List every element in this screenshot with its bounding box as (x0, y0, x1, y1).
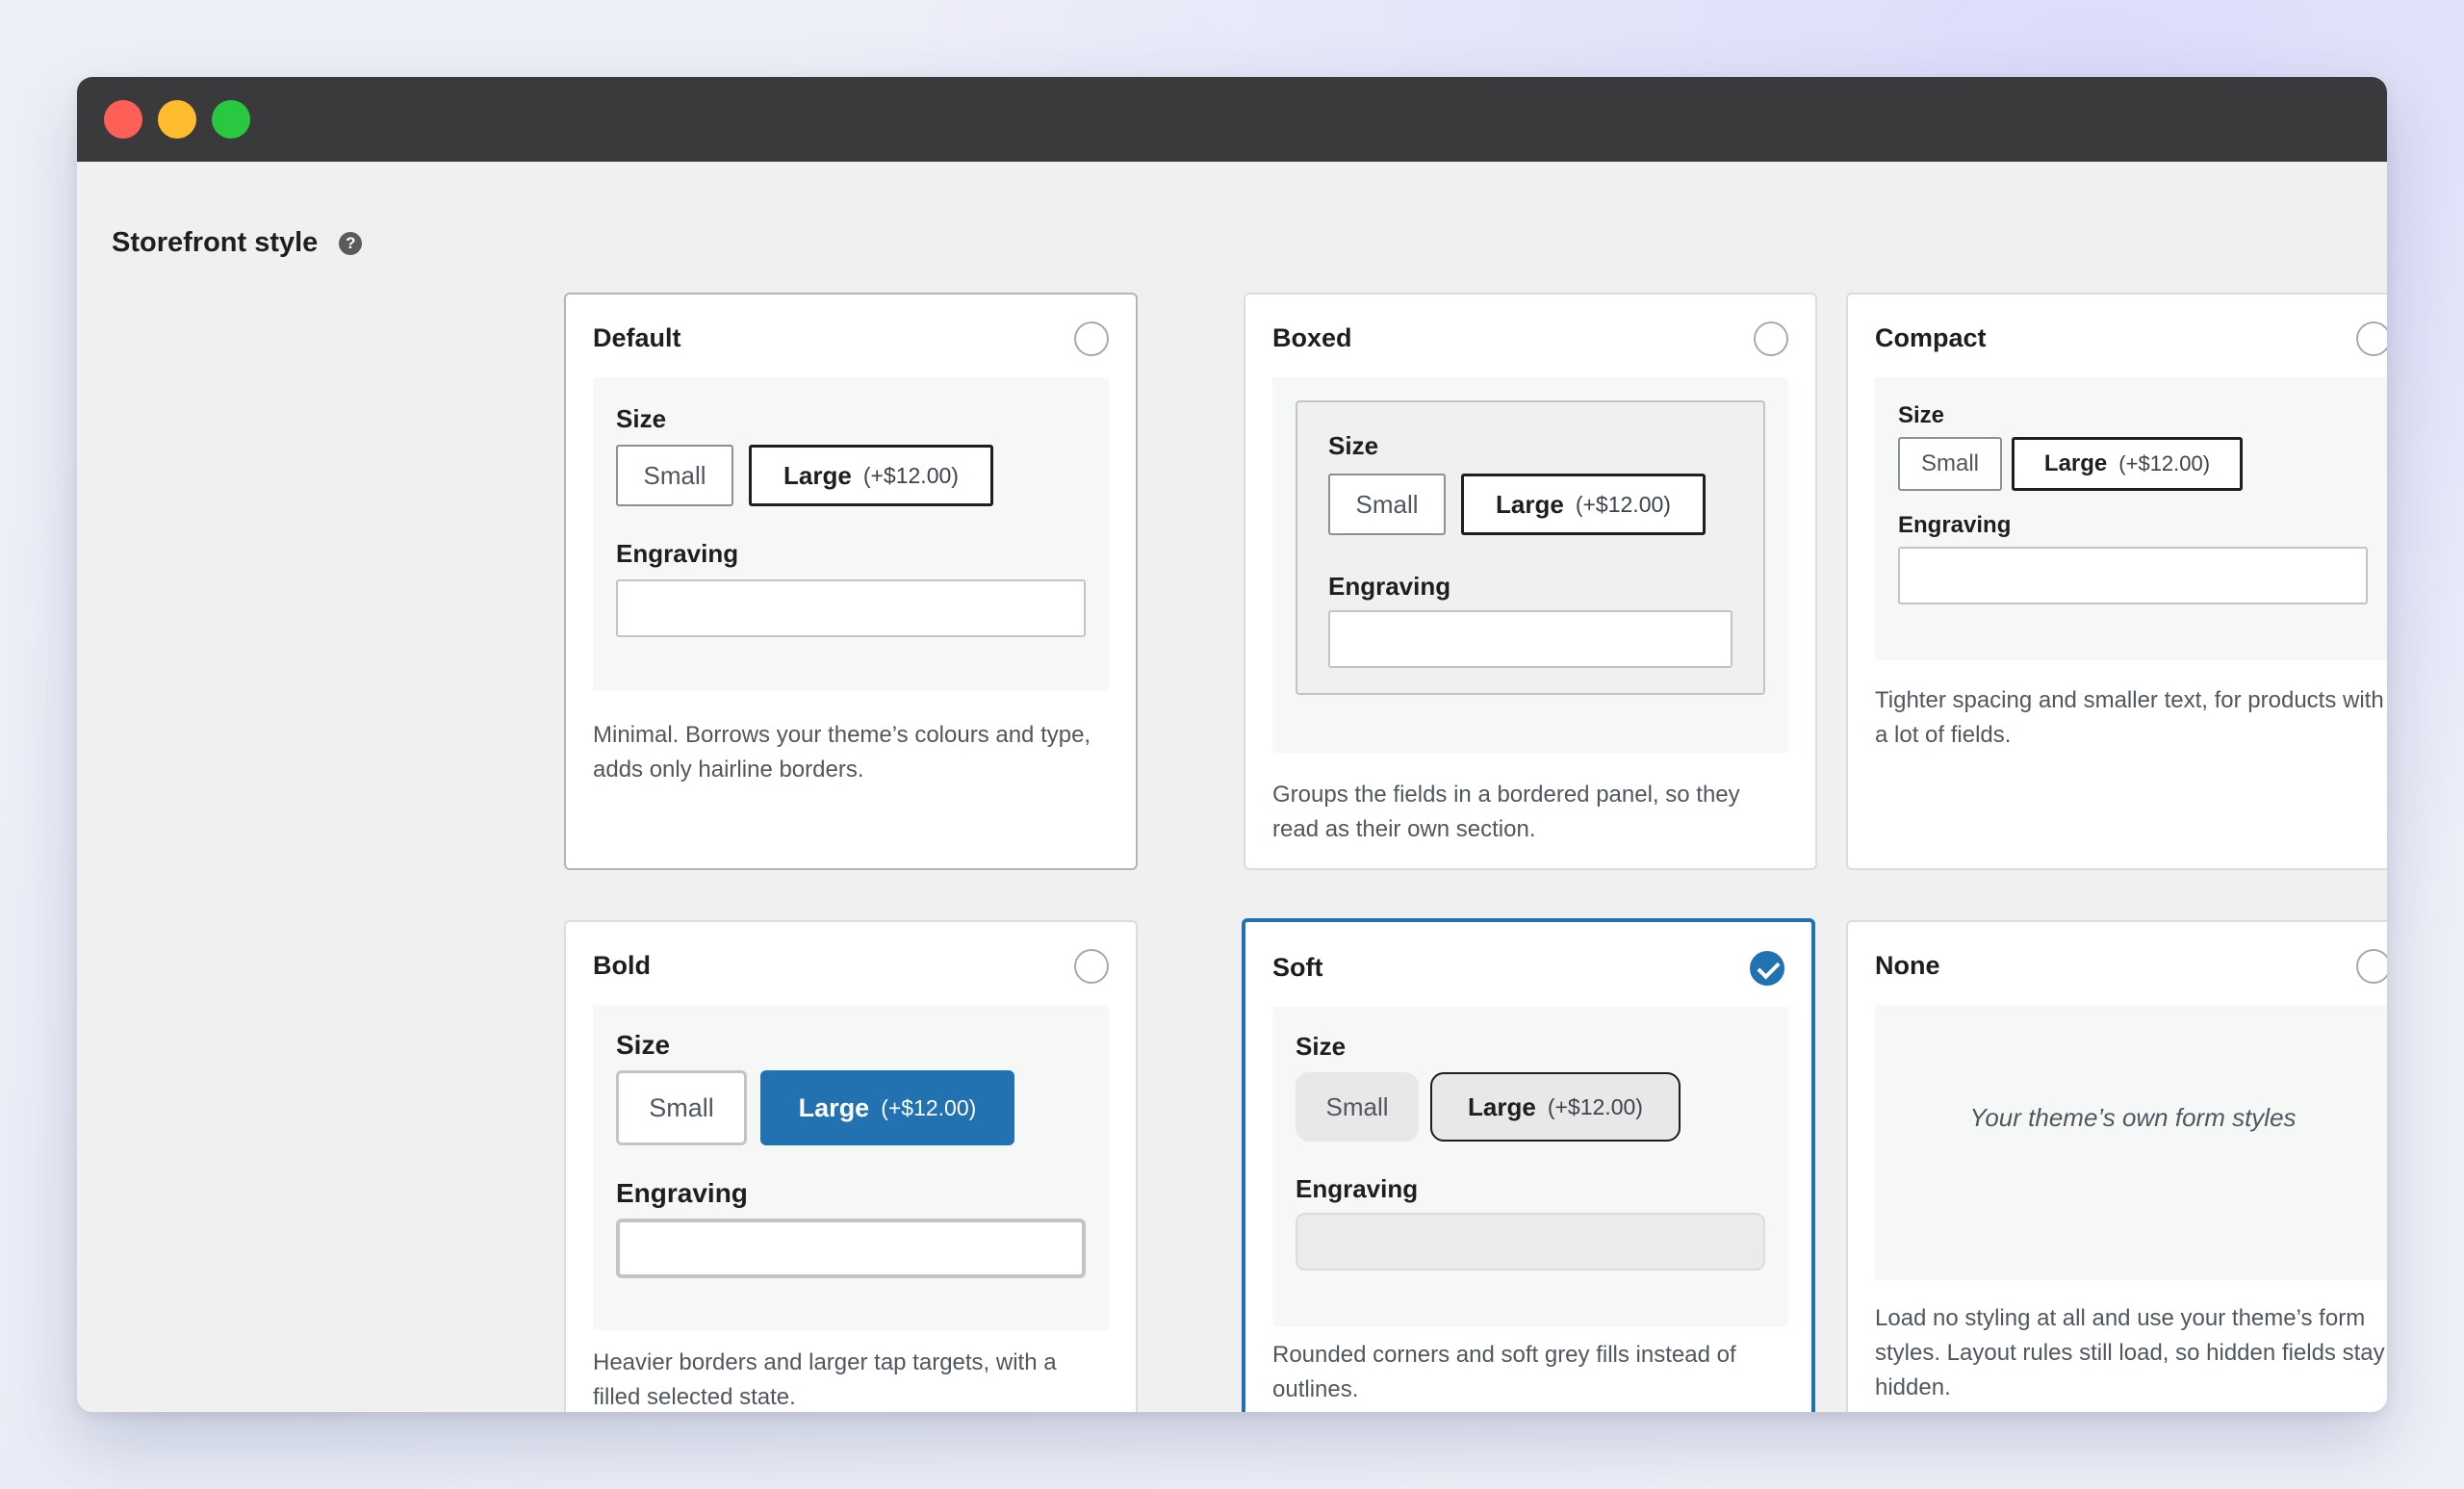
maximize-window-button[interactable] (212, 100, 250, 139)
style-preview: Size Small Large (+$12.00) Engraving (593, 1005, 1109, 1330)
chip-label: Large (798, 1092, 870, 1122)
style-preview: Size Small Large (+$12.00) Engraving (1875, 377, 2387, 660)
size-large-chip[interactable]: Large (+$12.00) (1430, 1072, 1681, 1142)
card-title: None (1875, 951, 1940, 980)
engraving-label: Engraving (1328, 572, 1451, 601)
section-label-text: Storefront style (112, 227, 319, 258)
chip-label: Large (1496, 489, 1564, 519)
chip-label: Large (1468, 1091, 1536, 1121)
size-small-chip[interactable]: Small (1328, 474, 1446, 535)
style-option-boxed[interactable]: Boxed Size Small Large (+$12.00) Engravi… (1244, 293, 1817, 870)
engraving-input[interactable] (1296, 1213, 1765, 1271)
engraving-input[interactable] (1328, 610, 1732, 668)
style-preview: Size Small Large (+$12.00) Engraving (1272, 377, 1788, 753)
style-option-compact[interactable]: Compact Size Small Large (+$12.00) Engra… (1846, 293, 2387, 870)
storefront-style-label: Storefront style ? (112, 227, 363, 259)
none-preview-text: Your theme’s own form styles (1969, 1103, 2297, 1132)
card-description: Heavier borders and larger tap targets, … (593, 1349, 1057, 1410)
engraving-input[interactable] (616, 1219, 1086, 1278)
chip-label: Small (643, 460, 706, 490)
radio-none[interactable] (2356, 949, 2387, 984)
chip-label: Small (1355, 489, 1419, 519)
engraving-input[interactable] (1898, 547, 2368, 604)
style-option-default[interactable]: Default Size Small Large (+$12.00) Engra… (564, 293, 1138, 870)
chip-price: (+$12.00) (881, 1094, 977, 1120)
chip-price: (+$12.00) (2118, 451, 2211, 475)
size-large-chip[interactable]: Large (+$12.00) (749, 445, 993, 506)
radio-soft-checked[interactable] (1750, 951, 1784, 986)
chip-label: Small (1920, 450, 1979, 476)
engraving-label: Engraving (616, 1178, 748, 1208)
style-preview: Size Small Large (+$12.00) Engraving (1272, 1007, 1788, 1326)
card-description: Minimal. Borrows your theme’s colours an… (593, 722, 1091, 783)
card-title: Default (593, 323, 681, 352)
app-window: Storefront style ? Default Size Small La… (77, 77, 2387, 1412)
engraving-label: Engraving (616, 539, 739, 568)
minimize-window-button[interactable] (158, 100, 196, 139)
size-small-chip[interactable]: Small (1296, 1072, 1419, 1142)
card-title: Boxed (1272, 323, 1352, 352)
engraving-input[interactable] (616, 579, 1086, 637)
engraving-label: Engraving (1296, 1174, 1419, 1203)
size-label: Size (1328, 431, 1379, 460)
card-description: Load no styling at all and use your them… (1875, 1305, 2385, 1400)
style-option-soft[interactable]: Soft Size Small Large (+$12.00) Engravin… (1242, 918, 1815, 1412)
chip-label: Small (1325, 1091, 1389, 1121)
card-description: Tighter spacing and smaller text, for pr… (1875, 687, 2384, 748)
size-label: Size (616, 1030, 671, 1060)
size-large-chip[interactable]: Large (+$12.00) (2012, 437, 2243, 491)
title-bar (77, 77, 2387, 162)
card-description: Rounded corners and soft grey fills inst… (1272, 1342, 1736, 1402)
settings-content: Storefront style ? Default Size Small La… (77, 162, 2387, 1412)
card-description: Groups the fields in a bordered panel, s… (1272, 782, 1740, 842)
card-title: Soft (1272, 953, 1323, 982)
boxed-panel: Size Small Large (+$12.00) Engraving (1296, 400, 1765, 695)
size-label: Size (616, 404, 667, 433)
card-title: Compact (1875, 323, 1987, 352)
style-preview: Your theme’s own form styles (1875, 1005, 2387, 1280)
card-title: Bold (593, 951, 651, 980)
radio-boxed[interactable] (1754, 321, 1788, 356)
chip-label: Large (2043, 450, 2108, 476)
size-small-chip[interactable]: Small (1898, 437, 2002, 491)
close-window-button[interactable] (104, 100, 142, 139)
size-label: Size (1296, 1032, 1347, 1061)
chip-label: Small (649, 1092, 714, 1122)
help-icon[interactable]: ? (339, 231, 363, 255)
radio-default[interactable] (1074, 321, 1109, 356)
size-large-chip[interactable]: Large (+$12.00) (760, 1070, 1014, 1145)
radio-compact[interactable] (2356, 321, 2387, 356)
chip-price: (+$12.00) (1575, 491, 1671, 517)
radio-bold[interactable] (1074, 949, 1109, 984)
style-option-none[interactable]: None Your theme’s own form styles Load n… (1846, 920, 2387, 1412)
chip-price: (+$12.00) (1547, 1093, 1643, 1119)
style-option-bold[interactable]: Bold Size Small Large (+$12.00) Engravin… (564, 920, 1138, 1412)
engraving-label: Engraving (1898, 512, 2012, 538)
style-preview: Size Small Large (+$12.00) Engraving (593, 377, 1109, 691)
chip-label: Large (783, 460, 852, 490)
size-small-chip[interactable]: Small (616, 1070, 747, 1145)
size-large-chip[interactable]: Large (+$12.00) (1461, 474, 1706, 535)
size-label: Size (1898, 402, 1945, 428)
chip-price: (+$12.00) (862, 462, 959, 488)
size-small-chip[interactable]: Small (616, 445, 733, 506)
